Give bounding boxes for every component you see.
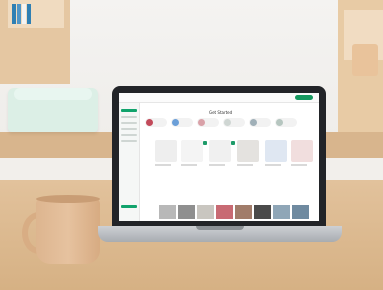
sidebar-item[interactable] [121, 134, 137, 136]
strip-image[interactable] [159, 205, 176, 219]
category-chip[interactable] [275, 118, 297, 127]
left-shelf-inner [8, 0, 64, 28]
book [17, 4, 21, 24]
strip-image[interactable] [254, 205, 271, 219]
photo-scene: Get Started [0, 0, 383, 290]
category-chip[interactable] [145, 118, 167, 127]
category-chip[interactable] [171, 118, 193, 127]
pencil-cup [352, 44, 378, 76]
chip-image [198, 119, 205, 126]
card-caption [209, 164, 225, 166]
sidebar-item-active[interactable] [121, 109, 137, 112]
photo-strip [159, 205, 317, 219]
project-thumbnail [181, 140, 203, 162]
category-chip[interactable] [249, 118, 271, 127]
sidebar-item[interactable] [121, 116, 137, 118]
strip-image[interactable] [273, 205, 290, 219]
sidebar-item-bottom[interactable] [121, 205, 137, 208]
laptop-screen: Get Started [112, 86, 326, 228]
book [12, 4, 16, 24]
project-card[interactable] [237, 140, 259, 168]
chip-image [172, 119, 179, 126]
coffee-mug [36, 195, 100, 264]
project-thumbnail [291, 140, 313, 162]
project-card[interactable] [181, 140, 203, 168]
laptop-notch [196, 226, 244, 230]
category-chip[interactable] [223, 118, 245, 127]
chip-image [250, 119, 257, 126]
badge [231, 141, 235, 145]
app-topbar [119, 93, 319, 103]
chip-image [146, 119, 153, 126]
primary-button[interactable] [295, 95, 313, 100]
badge [203, 141, 207, 145]
project-card[interactable] [265, 140, 287, 168]
project-thumbnail [265, 140, 287, 162]
sidebar-item[interactable] [121, 140, 137, 142]
chip-image [224, 119, 231, 126]
strip-image[interactable] [178, 205, 195, 219]
project-card[interactable] [155, 140, 177, 168]
cutting-machine-top [14, 88, 92, 100]
mug-rim [36, 195, 100, 203]
card-caption [155, 164, 171, 166]
project-thumbnail [155, 140, 177, 162]
left-shelf [0, 0, 70, 84]
book [27, 4, 31, 24]
card-caption [237, 164, 253, 166]
strip-image[interactable] [235, 205, 252, 219]
sidebar-item[interactable] [121, 122, 137, 124]
chip-image [276, 119, 283, 126]
strip-image[interactable] [292, 205, 309, 219]
project-thumbnail [209, 140, 231, 162]
sidebar-item[interactable] [121, 128, 137, 130]
strip-image[interactable] [197, 205, 214, 219]
book [22, 4, 26, 24]
project-thumbnail [237, 140, 259, 162]
card-caption [181, 164, 197, 166]
app-sidebar [119, 103, 140, 221]
project-card[interactable] [209, 140, 231, 168]
category-chip[interactable] [197, 118, 219, 127]
strip-image[interactable] [216, 205, 233, 219]
cutting-machine [8, 88, 98, 132]
page-title: Get Started [209, 110, 233, 115]
laptop-display: Get Started [119, 93, 319, 221]
card-caption [265, 164, 281, 166]
card-caption [291, 164, 307, 166]
project-card[interactable] [291, 140, 313, 168]
